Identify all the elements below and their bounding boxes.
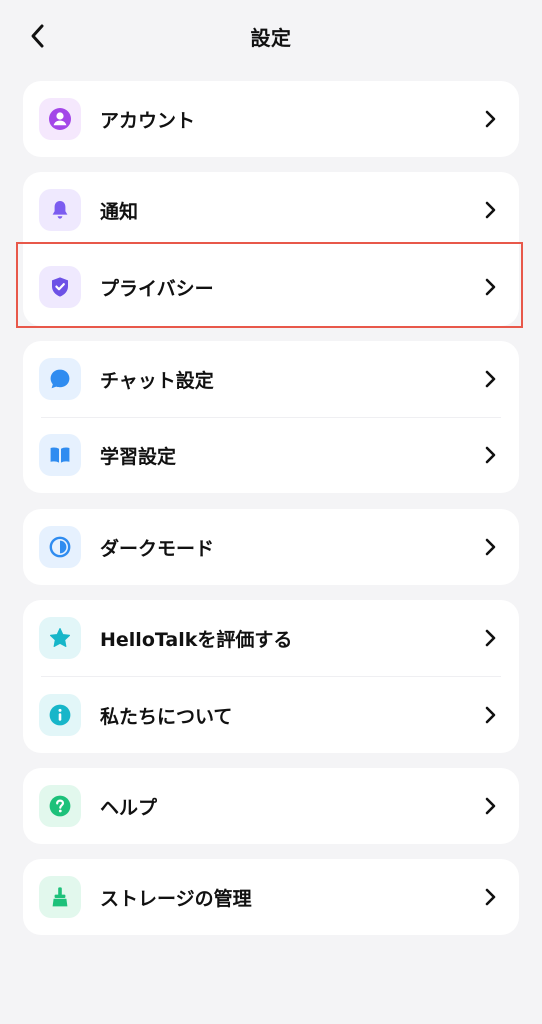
- settings-card-notifications-privacy: 通知 プライバシー: [23, 172, 519, 326]
- chevron-right-icon: [481, 370, 499, 388]
- settings-card-storage: ストレージの管理: [23, 859, 519, 935]
- settings-item-label: プライバシー: [100, 277, 214, 300]
- chevron-right-icon: [481, 201, 499, 219]
- settings-item-label: アカウント: [100, 109, 196, 132]
- star-icon: [39, 617, 81, 659]
- settings-item-chat-settings[interactable]: チャット設定: [23, 341, 519, 417]
- settings-item-about-us[interactable]: 私たちについて: [23, 677, 519, 753]
- book-icon: [39, 434, 81, 476]
- chevron-right-icon: [481, 446, 499, 464]
- settings-item-learning-settings[interactable]: 学習設定: [23, 417, 519, 493]
- settings-item-label: チャット設定: [100, 369, 214, 392]
- page-title: 設定: [250, 26, 292, 50]
- chevron-right-icon: [481, 278, 499, 296]
- broom-icon: [39, 876, 81, 918]
- settings-item-privacy[interactable]: プライバシー: [23, 249, 519, 325]
- shield-icon: [39, 266, 81, 308]
- settings-item-dark-mode[interactable]: ダークモード: [23, 509, 519, 585]
- header: 設定: [0, 0, 542, 72]
- help-icon: [39, 785, 81, 827]
- settings-item-label: 学習設定: [100, 445, 177, 468]
- settings-item-storage-management[interactable]: ストレージの管理: [23, 859, 519, 935]
- settings-item-account[interactable]: アカウント: [23, 81, 519, 157]
- bell-icon: [39, 189, 81, 231]
- settings-item-label: HelloTalkを評価する: [100, 628, 293, 651]
- settings-item-help[interactable]: ヘルプ: [23, 768, 519, 844]
- chevron-right-icon: [481, 629, 499, 647]
- settings-card-rate-about: HelloTalkを評価する 私たちについて: [23, 600, 519, 753]
- chevron-right-icon: [481, 110, 499, 128]
- chevron-right-icon: [481, 888, 499, 906]
- chevron-right-icon: [481, 797, 499, 815]
- settings-item-rate-hellotalk[interactable]: HelloTalkを評価する: [23, 600, 519, 676]
- settings-card-help: ヘルプ: [23, 768, 519, 844]
- chat-bubble-icon: [39, 358, 81, 400]
- settings-card-account: アカウント: [23, 81, 519, 157]
- settings-item-label: ダークモード: [100, 537, 215, 560]
- chevron-right-icon: [481, 538, 499, 556]
- settings-item-label: ストレージの管理: [100, 887, 252, 910]
- settings-item-notifications[interactable]: 通知: [23, 172, 519, 248]
- chevron-right-icon: [481, 706, 499, 724]
- settings-card-chat-learning: チャット設定 学習設定: [23, 341, 519, 493]
- account-icon: [39, 98, 81, 140]
- info-icon: [39, 694, 81, 736]
- settings-item-label: 通知: [100, 200, 139, 223]
- settings-item-label: 私たちについて: [100, 705, 233, 728]
- half-circle-icon: [39, 526, 81, 568]
- settings-item-label: ヘルプ: [100, 796, 158, 819]
- settings-card-dark-mode: ダークモード: [23, 509, 519, 585]
